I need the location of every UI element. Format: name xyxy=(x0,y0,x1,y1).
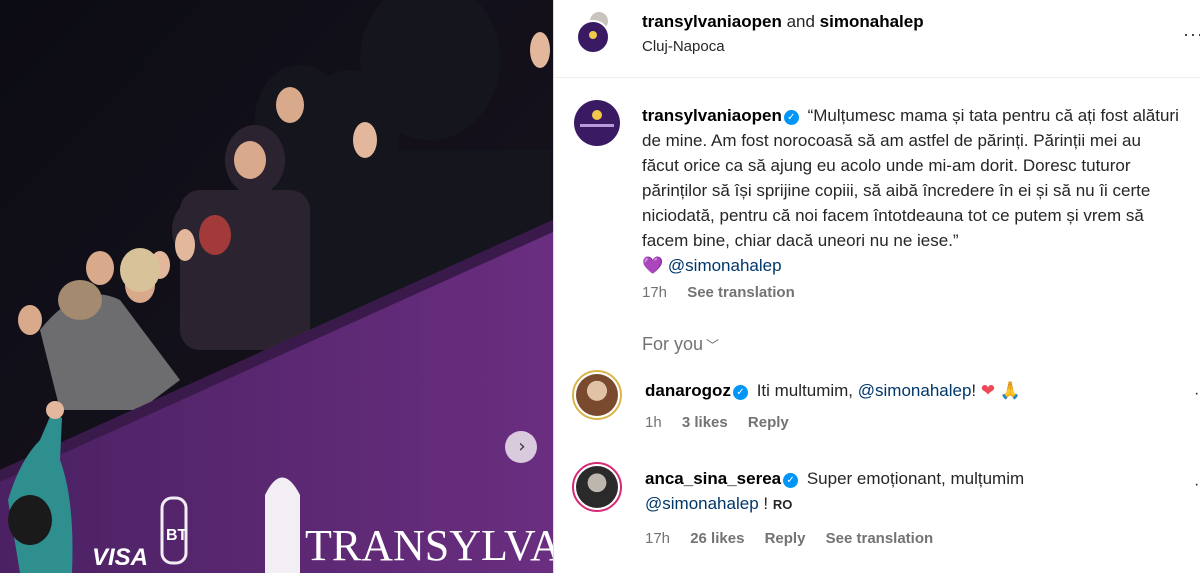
post-authors: transylvaniaopen and simonahalep xyxy=(642,12,924,32)
flag-romania-icon: RO xyxy=(772,497,793,512)
post-photo: TRANSYLVANIA VISA BT › xyxy=(0,0,553,573)
sponsor-bt-logo: BT xyxy=(166,527,188,544)
comment-username[interactable]: danarogoz xyxy=(645,381,731,400)
verified-badge-icon: ✓ xyxy=(783,110,799,125)
next-photo-button[interactable]: › xyxy=(505,431,537,463)
verified-badge-icon: ✓ xyxy=(783,473,799,488)
praying-hands-icon: 🙏 xyxy=(999,381,1022,401)
more-horizontal-icon[interactable]: ··· xyxy=(1183,24,1200,45)
likes-count[interactable]: 26 likes xyxy=(690,530,744,547)
timestamp[interactable]: 17h xyxy=(642,284,667,301)
chevron-down-icon: ﹀ xyxy=(706,339,720,354)
avatar[interactable] xyxy=(574,100,620,146)
mention-link[interactable]: @simonahalep xyxy=(668,256,782,275)
post-detail-panel: transylvaniaopen and simonahalep Cluj-Na… xyxy=(554,0,1200,573)
location-link[interactable]: Cluj-Napoca xyxy=(642,38,725,55)
like-comment-icon[interactable]: · xyxy=(1194,385,1199,403)
chevron-right-icon: › xyxy=(518,436,526,457)
avatar[interactable] xyxy=(576,20,610,54)
comment: danarogoz ✓ Iti multumim, @simonahalep! ❤… xyxy=(645,378,1165,404)
mention-link[interactable]: @simonahalep xyxy=(858,381,972,400)
authors-joiner: and xyxy=(786,12,815,31)
avatar[interactable] xyxy=(572,462,622,512)
post-header: transylvaniaopen and simonahalep Cluj-Na… xyxy=(554,0,1200,78)
likes-count[interactable]: 3 likes xyxy=(682,414,728,431)
post-caption: transylvaniaopen ✓ “Mulțumesc mama și tat… xyxy=(642,103,1182,279)
author-link[interactable]: transylvaniaopen xyxy=(642,12,782,31)
comment-meta: 17h 26 likes Reply See translation xyxy=(645,530,949,547)
comment-text: Super emoționant, mulțumim xyxy=(806,469,1025,488)
caption-meta: 17h See translation xyxy=(642,284,811,301)
reply-button[interactable]: Reply xyxy=(748,414,789,431)
comment: anca_sina_serea ✓ Super emoționant, mulțu… xyxy=(645,466,1165,517)
red-heart-icon: ❤ xyxy=(980,381,996,401)
timestamp[interactable]: 17h xyxy=(645,530,670,547)
post-photo-illustration: TRANSYLVANIA VISA BT xyxy=(0,0,553,573)
mention-link[interactable]: @simonahalep xyxy=(645,494,759,513)
caption-username[interactable]: transylvaniaopen xyxy=(642,106,782,125)
see-translation-button[interactable]: See translation xyxy=(687,284,795,301)
comment-suffix: ! xyxy=(763,494,769,513)
reply-button[interactable]: Reply xyxy=(765,530,806,547)
collab-avatars[interactable] xyxy=(574,10,610,54)
see-translation-button[interactable]: See translation xyxy=(826,530,934,547)
like-comment-icon[interactable]: · xyxy=(1194,476,1199,494)
author-link[interactable]: simonahalep xyxy=(820,12,924,31)
timestamp[interactable]: 1h xyxy=(645,414,662,431)
comment-meta: 1h 3 likes Reply xyxy=(645,414,805,431)
caption-text: “Mulțumesc mama și tata pentru că ați fo… xyxy=(642,106,1179,250)
verified-badge-icon: ✓ xyxy=(732,385,748,400)
avatar[interactable] xyxy=(572,370,622,420)
comments-filter-dropdown[interactable]: For you ﹀ xyxy=(642,334,719,355)
comment-text: Iti multumim, xyxy=(756,381,854,400)
sponsor-visa-logo: VISA xyxy=(92,544,148,571)
purple-heart-icon: 💜 xyxy=(642,256,664,276)
comments-filter-label: For you xyxy=(642,334,704,354)
banner-text: TRANSYLVANIA xyxy=(305,521,553,570)
comment-username[interactable]: anca_sina_serea xyxy=(645,469,781,488)
comment-suffix: ! xyxy=(971,381,977,400)
